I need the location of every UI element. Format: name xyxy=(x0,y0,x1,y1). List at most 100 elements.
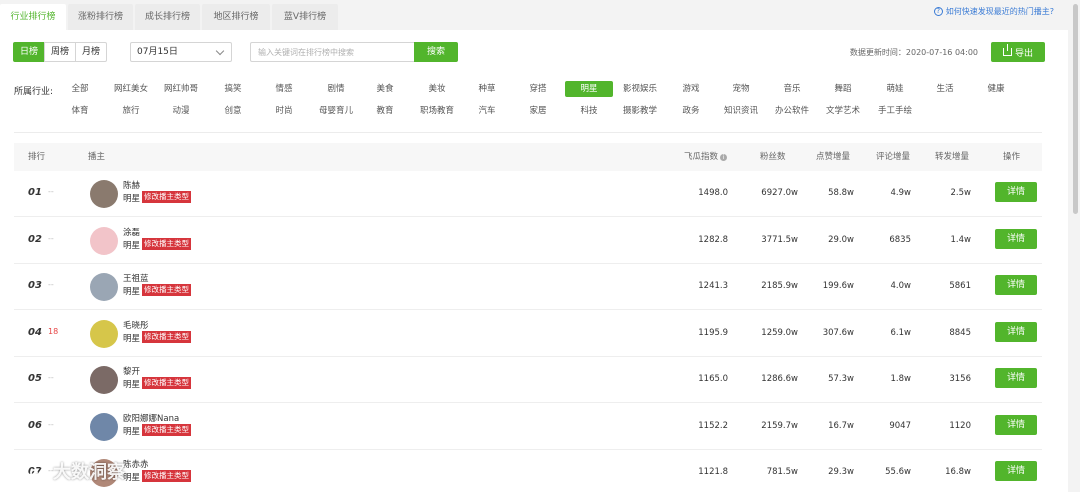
industry-option[interactable]: 摄影教学 xyxy=(616,103,664,119)
modify-type-tag[interactable]: 修改播主类型 xyxy=(142,377,191,389)
industry-option[interactable]: 穿搭 xyxy=(514,81,562,97)
tab-0[interactable]: 行业排行榜 xyxy=(0,4,66,30)
period-button-1[interactable]: 周榜 xyxy=(44,42,76,62)
creator-name[interactable]: 欧阳娜娜Nana xyxy=(123,412,179,424)
cell-index: 1498.0 xyxy=(698,188,728,198)
help-link[interactable]: ? 如何快速发现最近的热门播主? xyxy=(933,6,1054,17)
search-input[interactable] xyxy=(250,42,414,62)
industry-option[interactable]: 创意 xyxy=(209,103,257,119)
detail-button[interactable]: 详情 xyxy=(995,414,1037,435)
industry-option[interactable]: 网红帅哥 xyxy=(157,81,205,97)
industry-option[interactable]: 萌娃 xyxy=(871,81,919,97)
detail-button[interactable]: 详情 xyxy=(995,368,1037,388)
industry-option[interactable]: 美妆 xyxy=(413,81,461,97)
cell-comments: 6835 xyxy=(889,234,911,245)
creator-type: 明星 xyxy=(123,194,141,204)
industry-option[interactable]: 生活 xyxy=(921,81,969,97)
date-select[interactable]: 07月15日 xyxy=(130,42,232,62)
search-button[interactable]: 搜索 xyxy=(414,42,458,62)
avatar[interactable] xyxy=(90,180,118,208)
cell-fans: 3771.5w xyxy=(761,234,798,245)
creator-name[interactable]: 涂磊 xyxy=(123,226,140,238)
industry-option[interactable]: 健康 xyxy=(972,81,1020,97)
detail-button[interactable]: 详情 xyxy=(995,182,1037,202)
tab-2[interactable]: 成长排行榜 xyxy=(135,4,200,30)
update-time: 数据更新时间：2020-07-16 04:00 xyxy=(849,48,978,57)
info-icon[interactable]: i xyxy=(720,154,728,161)
cell-shares: 8845 xyxy=(949,327,971,338)
industry-option[interactable]: 游戏 xyxy=(667,81,715,97)
cell-likes: 307.6w xyxy=(822,327,854,338)
industry-option[interactable]: 影视娱乐 xyxy=(616,81,664,97)
page-scrollbar[interactable] xyxy=(1068,0,1080,492)
rank-number: 06 xyxy=(28,419,42,431)
industry-option[interactable]: 明星 xyxy=(565,81,613,97)
creator-name[interactable]: 王祖蓝 xyxy=(123,272,149,284)
tab-4[interactable]: 蓝V排行榜 xyxy=(272,4,338,30)
question-icon: ? xyxy=(933,7,943,16)
header-shares: 转发增量 xyxy=(935,152,970,162)
avatar[interactable] xyxy=(90,226,118,255)
cell-comments: 9047 xyxy=(889,420,911,431)
industry-option[interactable]: 动漫 xyxy=(157,103,205,119)
industry-option[interactable]: 办公软件 xyxy=(768,103,816,119)
industry-option[interactable]: 手工手绘 xyxy=(871,103,919,119)
industry-option[interactable]: 家居 xyxy=(514,103,562,119)
industry-option[interactable]: 剧情 xyxy=(312,81,360,97)
industry-option[interactable]: 科技 xyxy=(565,103,613,119)
modify-type-tag[interactable]: 修改播主类型 xyxy=(142,284,191,296)
period-button-2[interactable]: 月榜 xyxy=(75,42,107,62)
industry-option[interactable]: 知识资讯 xyxy=(717,103,765,119)
header-creator: 播主 xyxy=(88,152,106,162)
modify-type-tag[interactable]: 修改播主类型 xyxy=(142,470,191,482)
industry-option[interactable]: 宠物 xyxy=(717,81,765,97)
industry-option[interactable]: 旅行 xyxy=(107,103,155,119)
industry-option[interactable]: 网红美女 xyxy=(107,81,155,97)
industry-option[interactable]: 文学艺术 xyxy=(819,103,867,119)
table-row: 01 -- 陈赫 明星 修改播主类型 1498.0 6927.0w 58.8w 4.9w 2.5w… xyxy=(14,171,1042,217)
industry-option[interactable]: 职场教育 xyxy=(413,103,461,119)
detail-button[interactable]: 详情 xyxy=(995,321,1037,342)
cell-index: 1121.8 xyxy=(698,467,728,477)
industry-option[interactable]: 体育 xyxy=(56,103,104,119)
table-row: 03 -- 王祖蓝 明星 修改播主类型 1241.3 2185.9w 199.6w 4.0w 58… xyxy=(14,264,1042,310)
industry-option[interactable]: 情感 xyxy=(260,81,308,97)
industry-option[interactable]: 政务 xyxy=(667,103,715,119)
export-button[interactable]: 导出 xyxy=(991,42,1045,62)
cell-shares: 3156 xyxy=(949,374,971,384)
help-link-text: 如何快速发现最近的热门播主? xyxy=(945,7,1054,16)
modify-type-tag[interactable]: 修改播主类型 xyxy=(142,237,191,250)
industry-option[interactable]: 汽车 xyxy=(463,103,511,119)
industry-option[interactable]: 全部 xyxy=(56,81,104,97)
modify-type-tag[interactable]: 修改播主类型 xyxy=(142,330,191,343)
export-label: 导出 xyxy=(1014,48,1033,59)
detail-button[interactable]: 详情 xyxy=(995,461,1037,481)
detail-button[interactable]: 详情 xyxy=(995,275,1037,295)
export-icon xyxy=(1002,44,1012,56)
avatar[interactable] xyxy=(90,412,118,441)
modify-type-tag[interactable]: 修改播主类型 xyxy=(142,191,191,203)
industry-option[interactable]: 美食 xyxy=(361,81,409,97)
industry-option[interactable]: 搞笑 xyxy=(209,81,257,97)
tab-3[interactable]: 地区排行榜 xyxy=(202,4,270,30)
creator-name[interactable]: 黎开 xyxy=(123,365,140,377)
period-button-0[interactable]: 日榜 xyxy=(13,42,45,62)
tab-1[interactable]: 涨粉排行榜 xyxy=(68,4,133,30)
avatar[interactable] xyxy=(90,273,118,301)
detail-button[interactable]: 详情 xyxy=(995,228,1037,249)
scrollbar-thumb[interactable] xyxy=(1073,4,1078,214)
creator-name[interactable]: 毛晓彤 xyxy=(123,319,149,331)
modify-type-tag[interactable]: 修改播主类型 xyxy=(142,423,191,436)
avatar[interactable] xyxy=(90,319,118,348)
creator-name[interactable]: 陈赫 xyxy=(123,179,140,191)
industry-option[interactable]: 种草 xyxy=(463,81,511,97)
avatar[interactable] xyxy=(90,366,118,394)
industry-option[interactable]: 舞蹈 xyxy=(819,81,867,97)
header-index-label: 飞瓜指数 xyxy=(684,152,719,162)
industry-option[interactable]: 音乐 xyxy=(768,81,816,97)
table-row: 07 -- 陈赤赤 明星 修改播主类型 1121.8 781.5w 29.3w 55.6w 16.… xyxy=(14,450,1042,492)
industry-option[interactable]: 时尚 xyxy=(260,103,308,119)
industry-option[interactable]: 母婴育儿 xyxy=(312,103,360,119)
industry-option[interactable]: 教育 xyxy=(361,103,409,119)
creator-name[interactable]: 陈赤赤 xyxy=(123,458,149,470)
